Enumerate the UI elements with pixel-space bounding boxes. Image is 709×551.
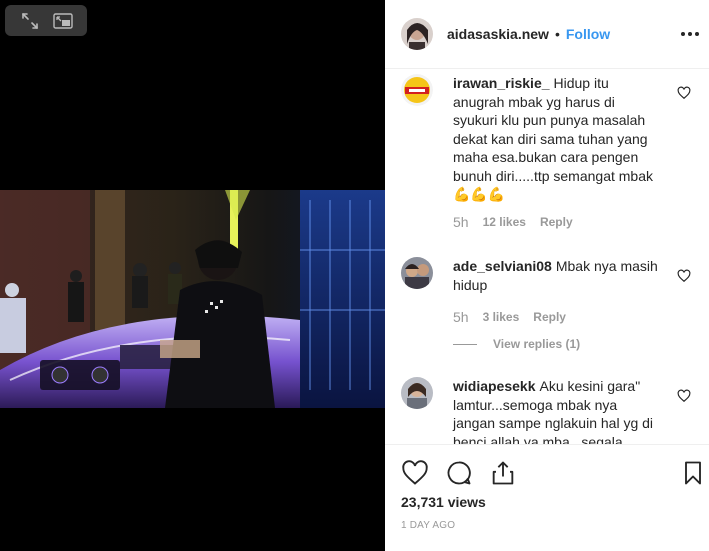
view-replies-button[interactable]: View replies (1) (453, 337, 580, 351)
follow-button[interactable]: Follow (566, 26, 610, 42)
post-sidebar: aidasaskia.new • Follow irawan_riskie_ Hi… (385, 0, 709, 551)
post-timestamp[interactable]: 1 DAY AGO (401, 520, 455, 531)
more-options-icon[interactable] (679, 24, 701, 44)
comment-likes[interactable]: 3 likes (483, 310, 520, 324)
post-actions: 23,731 views 1 DAY AGO (385, 444, 709, 551)
bookmark-icon[interactable] (679, 459, 707, 487)
heart-icon[interactable] (677, 86, 691, 100)
comment-meta: 5h 3 likes Reply (453, 309, 566, 325)
video-frame[interactable] (0, 190, 385, 408)
comment-text: Hidup itu anugrah mbak yg harus di syuku… (453, 75, 653, 202)
comment-icon[interactable] (445, 459, 473, 487)
comment-item: widiapesekk Aku kesini gara" lamtur...sem… (401, 377, 701, 444)
picture-in-picture-icon[interactable] (51, 10, 75, 32)
comment-meta: 5h 12 likes Reply (453, 214, 573, 230)
comment-reply-button[interactable]: Reply (533, 310, 566, 324)
comment-avatar[interactable] (401, 257, 433, 289)
comment-time: 5h (453, 309, 469, 325)
post-username[interactable]: aidasaskia.new (447, 26, 549, 42)
comment-reply-button[interactable]: Reply (540, 215, 573, 229)
comment-avatar[interactable] (401, 377, 433, 409)
separator-dot: • (554, 26, 560, 42)
share-icon[interactable] (489, 459, 517, 487)
heart-icon[interactable] (401, 459, 429, 487)
view-replies-label: View replies (1) (493, 337, 581, 351)
view-count[interactable]: 23,731 views (401, 494, 486, 510)
comment-avatar[interactable] (401, 74, 433, 106)
comment-likes[interactable]: 12 likes (483, 215, 526, 229)
comment-text-block: ade_selviani08 Mbak nya masih hidup (453, 257, 663, 294)
comment-username[interactable]: widiapesekk (453, 378, 536, 394)
comment-item: irawan_riskie_ Hidup itu anugrah mbak yg … (401, 74, 701, 234)
heart-icon[interactable] (677, 389, 691, 403)
heart-icon[interactable] (677, 269, 691, 283)
comments-list[interactable]: irawan_riskie_ Hidup itu anugrah mbak yg … (385, 69, 709, 444)
comment-text-block: widiapesekk Aku kesini gara" lamtur...sem… (453, 377, 663, 444)
comment-username[interactable]: ade_selviani08 (453, 258, 552, 274)
pip-controls (5, 5, 87, 36)
comment-item: ade_selviani08 Mbak nya masih hidup 5h 3 … (401, 257, 701, 357)
post-header: aidasaskia.new • Follow (385, 0, 709, 69)
expand-arrows-icon[interactable] (18, 10, 42, 32)
comment-time: 5h (453, 214, 469, 230)
video-player[interactable] (0, 0, 385, 551)
view-replies-line (453, 343, 477, 345)
comment-text-block: irawan_riskie_ Hidup itu anugrah mbak yg … (453, 74, 663, 204)
avatar[interactable] (401, 18, 433, 50)
comment-username[interactable]: irawan_riskie_ (453, 75, 550, 91)
